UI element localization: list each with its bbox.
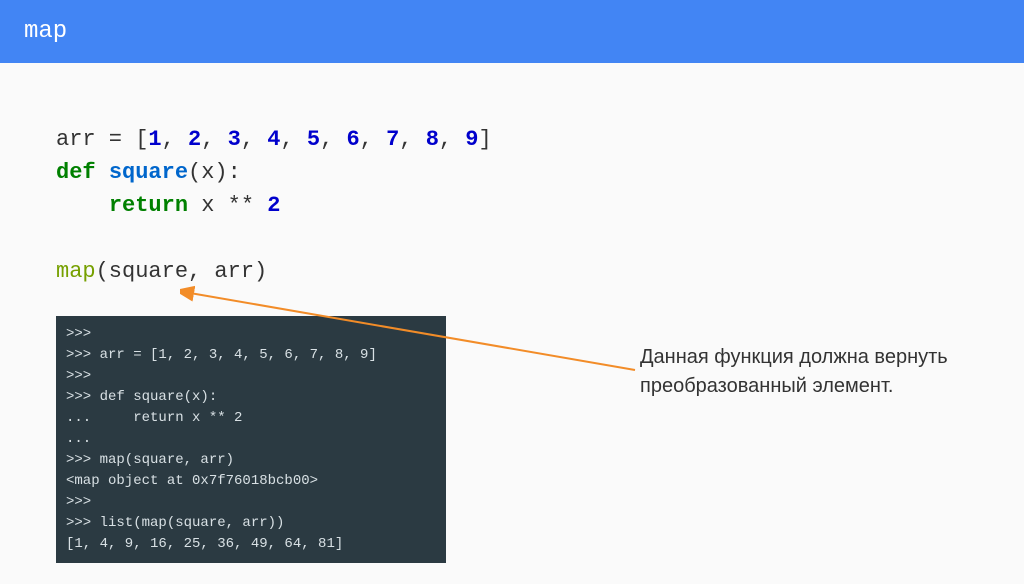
annotation-text: Данная функция должна вернуть преобразов…: [640, 343, 1024, 401]
code-line-3: return x ** 2: [56, 189, 968, 222]
code-line-blank: [56, 222, 968, 255]
terminal-line: ... return x ** 2: [66, 410, 242, 426]
terminal-line: [1, 4, 9, 16, 25, 36, 49, 64, 81]: [66, 536, 343, 552]
slide-header: map: [0, 0, 1024, 63]
slide-title: map: [24, 18, 67, 45]
terminal-line: ...: [66, 431, 91, 447]
code-line-4: map(square, arr): [56, 255, 968, 288]
code-example: arr = [1, 2, 3, 4, 5, 6, 7, 8, 9] def sq…: [56, 123, 968, 288]
terminal-line: >>> list(map(square, arr)): [66, 515, 284, 531]
terminal-line: >>>: [66, 326, 91, 342]
terminal-line: >>> def square(x):: [66, 389, 217, 405]
terminal-line: >>> arr = [1, 2, 3, 4, 5, 6, 7, 8, 9]: [66, 347, 377, 363]
terminal-output: >>> >>> arr = [1, 2, 3, 4, 5, 6, 7, 8, 9…: [56, 316, 446, 563]
code-line-2: def square(x):: [56, 156, 968, 189]
terminal-line: >>> map(square, arr): [66, 452, 234, 468]
slide-content: arr = [1, 2, 3, 4, 5, 6, 7, 8, 9] def sq…: [0, 63, 1024, 583]
terminal-line: >>>: [66, 494, 91, 510]
terminal-line: >>>: [66, 368, 91, 384]
terminal-line: <map object at 0x7f76018bcb00>: [66, 473, 318, 489]
code-line-1: arr = [1, 2, 3, 4, 5, 6, 7, 8, 9]: [56, 123, 968, 156]
